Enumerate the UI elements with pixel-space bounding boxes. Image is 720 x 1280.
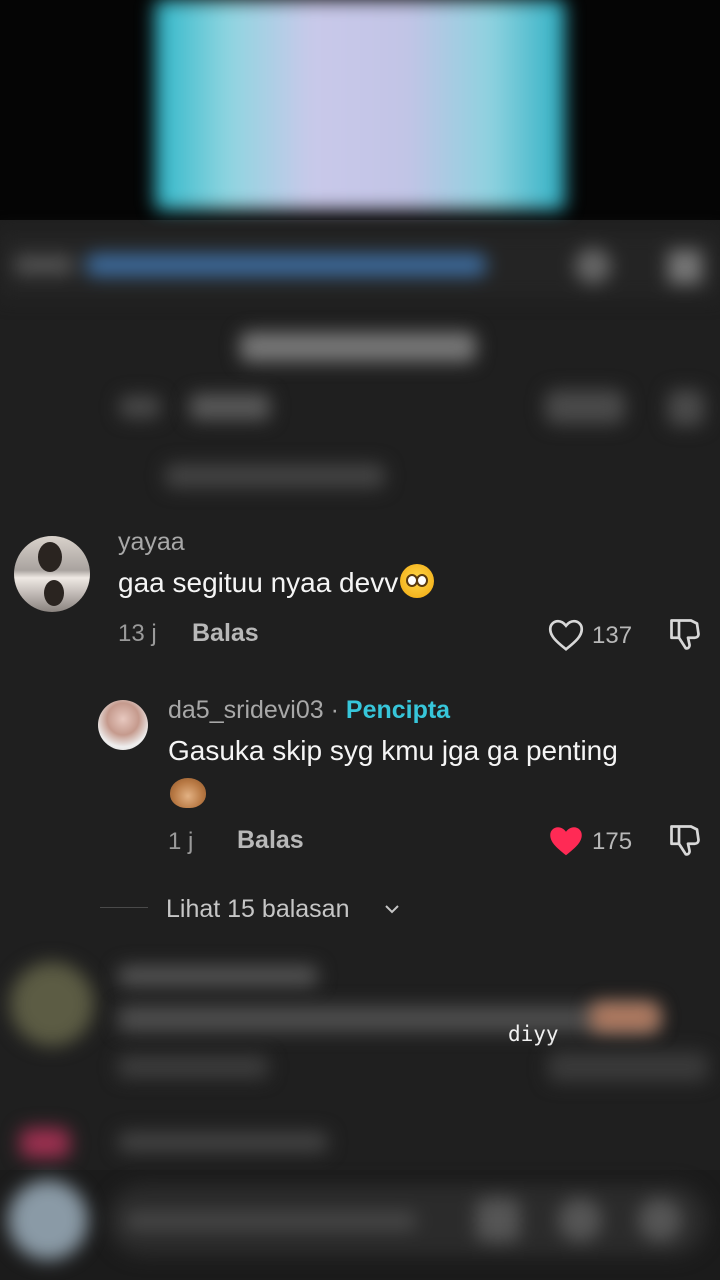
next-comment-avatar-blurred [10, 962, 94, 1046]
next-comment-emoji-blurred [590, 1002, 660, 1032]
dislike-button[interactable] [667, 616, 707, 656]
emoji-picker-icon[interactable] [638, 1198, 682, 1242]
like-button[interactable]: 137 [548, 616, 648, 656]
search-bar[interactable] [0, 232, 720, 298]
view-replies-divider [100, 907, 148, 908]
reply-text: Gasuka skip syg kmu jga ga penting [168, 735, 618, 766]
comment-text-content: gaa segituu nyaa devv [118, 567, 399, 598]
comment-input-field[interactable] [108, 1184, 708, 1256]
comment-time: 13 j [118, 620, 157, 647]
watermark: diyy [508, 1022, 559, 1046]
dislike-icon [670, 825, 700, 856]
chevron-down-icon [385, 905, 399, 914]
dislike-icon [670, 619, 700, 650]
comment-username[interactable]: yayaa [118, 528, 185, 557]
previous-time-blurred [120, 396, 160, 418]
comment-input-bar [0, 1170, 720, 1280]
reply-like-count: 175 [592, 828, 633, 855]
view-replies-label: Lihat 15 balasan [166, 895, 350, 923]
reply-time: 1 j [168, 828, 194, 855]
reply-reply-button[interactable]: Balas [237, 826, 304, 855]
creator-avatar[interactable] [98, 700, 148, 750]
comment-count-title-blurred [240, 332, 476, 362]
comment-text: gaa segituu nyaa devv [118, 562, 435, 604]
reply-separator: · [323, 696, 346, 724]
next-comment-username-blurred [118, 966, 318, 986]
heart-filled-icon [550, 827, 582, 856]
video-thumbnail[interactable] [155, 0, 565, 210]
next-comment-actions-blurred [118, 1056, 268, 1078]
previous-reply-blurred [190, 394, 270, 420]
reply-dislike-button[interactable] [667, 822, 707, 862]
next-comment-text-blurred [118, 1006, 658, 1032]
current-user-avatar [8, 1180, 88, 1260]
search-icon[interactable] [575, 248, 611, 284]
mention-icon[interactable] [558, 1198, 602, 1242]
reply-item: da5_sridevi03 · Pencipta Gasuka skip syg… [0, 690, 720, 870]
see-no-evil-monkey-emoji [170, 778, 206, 813]
flushed-face-emoji [400, 564, 435, 598]
reply-button[interactable]: Balas [192, 619, 259, 648]
like-count: 137 [592, 622, 633, 649]
view-replies-button[interactable]: Lihat 15 balasan [100, 892, 420, 926]
avatar[interactable] [14, 536, 90, 612]
heart-outline-icon [548, 619, 584, 651]
creator-badge: Pencipta [345, 696, 451, 724]
previous-like-blurred [545, 390, 625, 424]
search-query-blurred [86, 254, 486, 276]
comment-item: yayaa gaa segituu nyaa devv 13 j Balas 1… [0, 520, 720, 670]
reply-username[interactable]: da5_sridevi03 [168, 696, 324, 724]
previous-view-replies-blurred [165, 464, 385, 488]
search-prefix-blurred [14, 256, 74, 274]
reply-header: da5_sridevi03 · Pencipta [168, 696, 450, 725]
next-item-text-blurred [118, 1132, 328, 1152]
reply-like-button[interactable]: 175 [548, 822, 648, 862]
close-icon[interactable] [668, 250, 702, 284]
image-icon[interactable] [476, 1198, 520, 1242]
next-item-blurred [20, 1128, 70, 1158]
next-comment-like-blurred [548, 1052, 708, 1082]
previous-dislike-blurred [668, 390, 704, 426]
